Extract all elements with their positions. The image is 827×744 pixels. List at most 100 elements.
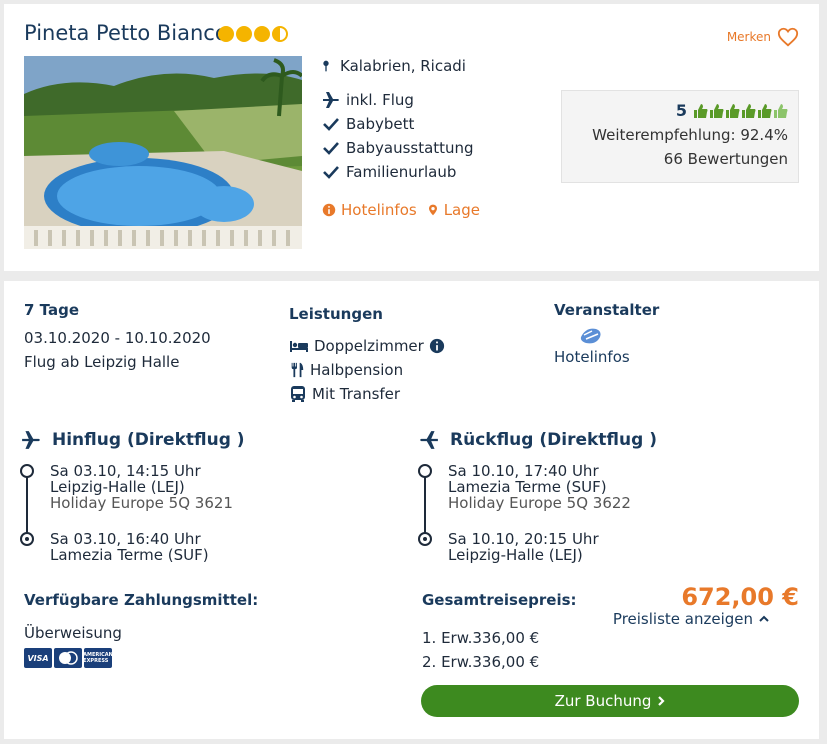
airplane-icon [420,431,438,449]
outbound-dep-airport: Leipzig-Halle (LEJ) [50,478,185,496]
feature-label: Familienurlaub [346,163,457,181]
thumbs-up-icon [758,103,772,118]
rating-box[interactable]: 5 Weiterempfehlung: 92.4% 66 Bewertungen [561,90,799,183]
outbound-arrival: Sa 03.10, 16:40 Uhr Lamezia Terme (SUF) [50,531,209,563]
veranstalter-heading: Veranstalter [554,301,660,319]
return-airline: Holiday Europe 5Q 3622 [448,494,631,512]
service-label: Doppelzimmer [314,337,424,355]
mastercard-icon [54,648,82,668]
total-price: 672,00 € [681,583,799,611]
check-icon [323,166,339,179]
hotel-card: Pineta Petto Bianco Merken Kalabrien, Ri… [4,4,819,271]
review-count: 66 Bewertungen [663,150,788,168]
return-arr-airport: Leipzig-Halle (LEJ) [448,546,583,564]
booking-button[interactable]: Zur Buchung [421,685,799,717]
thumbs-up-icon [726,103,740,118]
map-label: Lage [443,201,480,219]
bus-icon [291,386,305,402]
star-icon [236,26,252,42]
cutlery-icon [291,362,304,378]
outbound-title: Hinflug (Direktflug ) [52,430,245,450]
thumbs-up-icon [694,103,708,118]
outbound-departure: Sa 03.10, 14:15 Uhr Leipzig-Halle (LEJ) … [50,463,233,511]
return-timeline [418,462,432,546]
amex-card-icon: AMERICAN EXPRESS [83,648,113,668]
feature-label: inkl. Flug [346,91,414,109]
return-arrival: Sa 10.10, 20:15 Uhr Leipzig-Halle (LEJ) [448,531,599,563]
price-line: 1. Erw.336,00 € [422,629,540,647]
hotel-links: Hotelinfos Lage [322,201,480,219]
heart-icon [777,27,799,47]
arrival-node-icon [418,532,432,546]
location-label: Kalabrien, Ricadi [340,57,466,75]
hotel-name[interactable]: Pineta Petto Bianco [24,21,228,45]
thumbs-up-icon [710,103,724,118]
return-title: Rückflug (Direktflug ) [450,430,657,450]
feature-babyausstattung: Babyausstattung [322,139,474,157]
booking-label: Zur Buchung [554,692,652,710]
total-price-heading: Gesamtreisepreis: [422,591,577,609]
thumbs-rating [693,103,788,119]
return-dep-airport: Lamezia Terme (SUF) [448,478,607,496]
price-line: 2. Erw.336,00 € [422,653,540,671]
hotelinfo-label: Hotelinfos [341,201,417,219]
outbound-arr-airport: Lamezia Terme (SUF) [50,546,209,564]
bed-icon [290,341,308,352]
trip-dates: 03.10.2020 - 10.10.2020 [24,329,211,347]
star-rating [218,26,288,42]
return-departure: Sa 10.10, 17:40 Uhr Lamezia Terme (SUF) … [448,463,631,511]
airplane-icon [323,92,339,108]
service-label: Mit Transfer [312,385,401,403]
service-room: Doppelzimmer [289,337,445,355]
leistungen-heading: Leistungen [289,305,383,323]
operator-logo [580,328,601,344]
outbound-airline: Holiday Europe 5Q 3621 [50,494,233,512]
feature-familienurlaub: Familienurlaub [322,163,456,181]
trip-duration: 7 Tage [24,301,79,319]
info-icon[interactable] [429,338,445,354]
bookmark-button[interactable]: Merken [727,26,799,48]
recommendation-rate: Weiterempfehlung: 92.4% [592,126,788,144]
info-icon [322,203,336,217]
star-icon [254,26,270,42]
airplane-icon [22,431,40,449]
service-label: Halbpension [310,361,404,379]
chevron-up-icon [759,615,769,622]
payment-method: Überweisung [24,624,122,642]
outbound-timeline [20,462,34,546]
pricelist-toggle[interactable]: Preisliste anzeigen [613,610,769,628]
pricelist-label: Preisliste anzeigen [612,610,753,628]
half-star-icon [272,26,288,42]
feature-label: Babybett [346,115,415,133]
location-map-link[interactable]: Lage [427,201,480,219]
feature-label: Babyausstattung [346,139,474,157]
departure-node-icon [20,464,34,478]
feature-babybett: Babybett [322,115,414,133]
star-icon [218,26,234,42]
departure-node-icon [418,464,432,478]
bookmark-label: Merken [726,30,771,44]
location: Kalabrien, Ricadi [322,57,466,75]
hotelinfo-link[interactable]: Hotelinfos [322,201,417,219]
payment-heading: Verfügbare Zahlungsmittel: [24,591,259,609]
arrival-node-icon [20,532,34,546]
return-heading: Rückflug (Direktflug ) [418,430,657,450]
service-board: Halbpension [289,361,403,379]
rating-score: 5 [675,101,687,120]
return-dep-time: Sa 10.10, 17:40 Uhr [448,462,599,480]
outbound-arr-time: Sa 03.10, 16:40 Uhr [50,530,201,548]
check-icon [323,142,339,155]
chevron-right-icon [658,696,665,706]
service-transfer: Mit Transfer [289,385,400,403]
thumbs-up-icon [742,103,756,118]
operator-hotelinfo-link[interactable]: Hotelinfos [554,348,630,366]
visa-card-icon: VISA [24,648,52,668]
return-arr-time: Sa 10.10, 20:15 Uhr [448,530,599,548]
payment-cards: VISA AMERICAN EXPRESS [24,648,113,668]
outbound-heading: Hinflug (Direktflug ) [20,430,245,450]
map-pin-icon [323,60,329,72]
thumbs-up-icon [774,103,788,118]
hotel-photo[interactable] [24,56,302,249]
map-marker-icon [428,204,437,216]
check-icon [323,118,339,131]
